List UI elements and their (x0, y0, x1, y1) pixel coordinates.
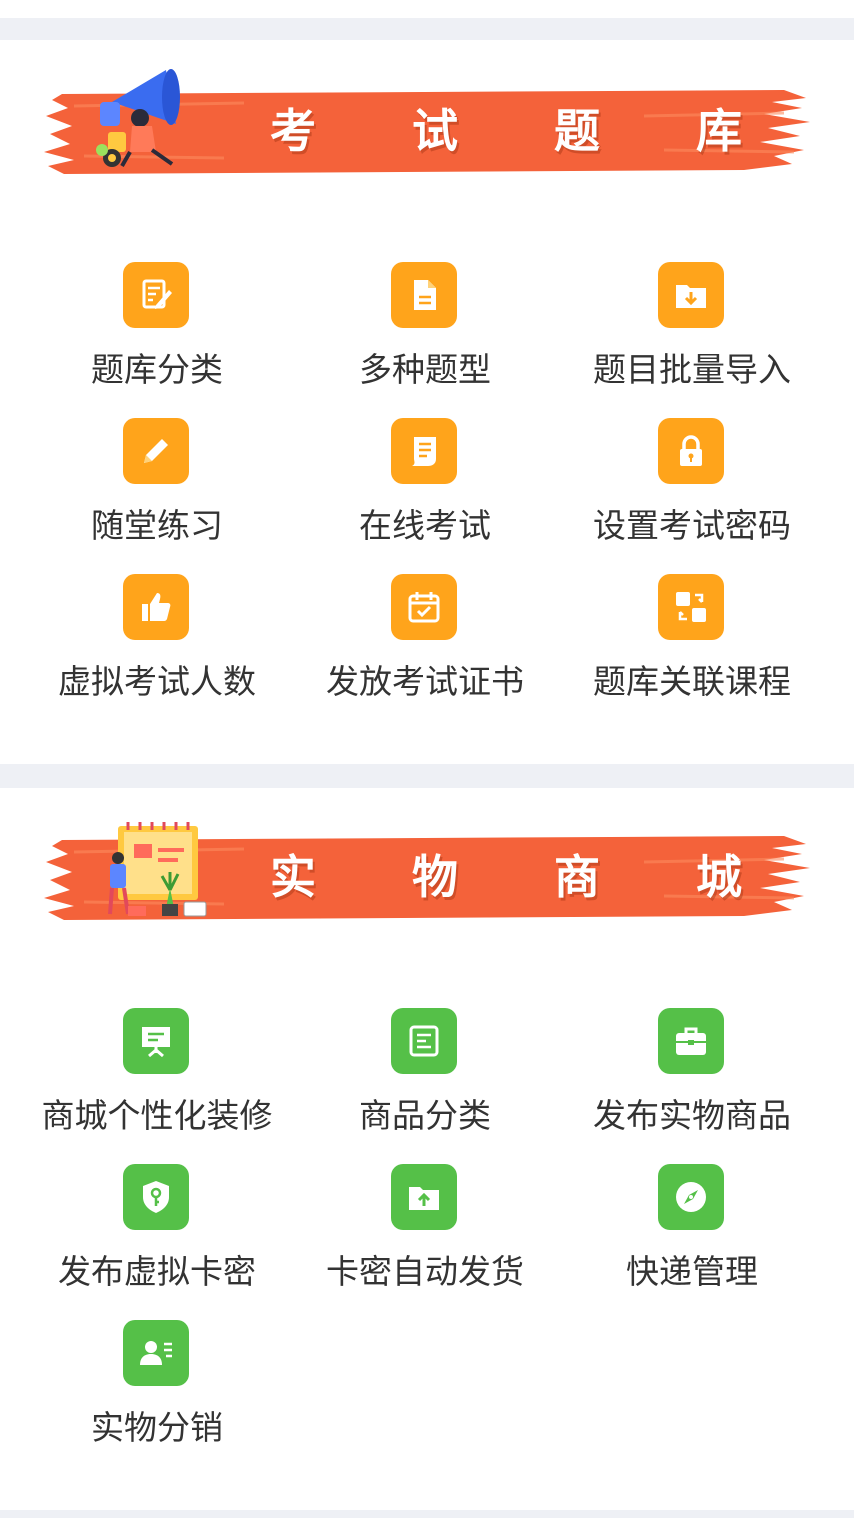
feature-label: 虚拟考试人数 (58, 662, 256, 701)
mall-banner: 实 物 商 城 (44, 822, 814, 922)
feature-item-publish-physical-product[interactable]: 发布实物商品 (552, 1008, 832, 1158)
link-swap-icon (658, 574, 724, 640)
folder-download-icon (658, 262, 724, 328)
feature-item-express-management[interactable]: 快递管理 (552, 1164, 832, 1314)
compass-icon (658, 1164, 724, 1230)
feature-item-physical-distribution[interactable]: 实物分销 (17, 1320, 297, 1470)
feature-label: 多种题型 (359, 350, 491, 389)
feature-label: 商品分类 (359, 1096, 491, 1135)
document-icon (391, 262, 457, 328)
folder-upload-icon (391, 1164, 457, 1230)
feature-item-question-bank-category[interactable]: 题库分类 (17, 262, 297, 412)
feature-label: 发放考试证书 (326, 662, 524, 701)
bottom-divider (0, 1510, 854, 1518)
feature-item-online-exam[interactable]: 在线考试 (285, 418, 565, 568)
feature-item-link-course[interactable]: 题库关联课程 (552, 574, 832, 724)
shield-key-icon (123, 1164, 189, 1230)
feature-label: 商城个性化装修 (41, 1096, 273, 1135)
feature-label: 实物分销 (91, 1408, 223, 1447)
calendar-check-icon (391, 574, 457, 640)
feature-label: 题库分类 (91, 350, 223, 389)
thumbs-up-icon (123, 574, 189, 640)
feature-item-mall-decoration[interactable]: 商城个性化装修 (17, 1008, 297, 1158)
presentation-board-icon (123, 1008, 189, 1074)
exam-section-title: 考 试 题 库 (270, 104, 783, 158)
feature-label: 题库关联课程 (593, 662, 791, 701)
mall-section-title: 实 物 商 城 (270, 850, 783, 904)
feature-label: 随堂练习 (91, 506, 223, 545)
feature-item-auto-card-delivery[interactable]: 卡密自动发货 (285, 1164, 565, 1314)
top-divider (0, 18, 854, 40)
feature-item-virtual-exam-count[interactable]: 虚拟考试人数 (17, 574, 297, 724)
edit-doc-icon (123, 262, 189, 328)
exam-section: 考 试 题 库 题库分类 多种题型 题目批量导入 随堂练习 在线考试 设置考试密… (0, 40, 854, 764)
feature-item-product-category[interactable]: 商品分类 (285, 1008, 565, 1158)
shopping-illustration (104, 818, 216, 922)
feature-item-classroom-practice[interactable]: 随堂练习 (17, 418, 297, 568)
list-icon (391, 1008, 457, 1074)
feature-item-exam-password[interactable]: 设置考试密码 (552, 418, 832, 568)
contact-card-icon (123, 1320, 189, 1386)
feature-item-publish-virtual-card[interactable]: 发布虚拟卡密 (17, 1164, 297, 1314)
middle-divider (0, 764, 854, 788)
megaphone-illustration (82, 62, 192, 170)
lock-icon (658, 418, 724, 484)
exam-paper-icon (391, 418, 457, 484)
feature-label: 题目批量导入 (593, 350, 791, 389)
feature-item-multiple-question-types[interactable]: 多种题型 (285, 262, 565, 412)
feature-item-issue-certificate[interactable]: 发放考试证书 (285, 574, 565, 724)
briefcase-icon (658, 1008, 724, 1074)
feature-item-batch-import[interactable]: 题目批量导入 (552, 262, 832, 412)
feature-label: 发布实物商品 (593, 1096, 791, 1135)
feature-label: 卡密自动发货 (326, 1252, 524, 1291)
feature-label: 在线考试 (359, 506, 491, 545)
feature-label: 设置考试密码 (593, 506, 791, 545)
feature-label: 发布虚拟卡密 (58, 1252, 256, 1291)
mall-section: 实 物 商 城 商城个性化装修 商品分类 发布实物商品 发布虚拟卡密 卡密自动发… (0, 788, 854, 1510)
pencil-icon (123, 418, 189, 484)
feature-label: 快递管理 (626, 1252, 758, 1291)
exam-banner: 考 试 题 库 (44, 69, 814, 176)
